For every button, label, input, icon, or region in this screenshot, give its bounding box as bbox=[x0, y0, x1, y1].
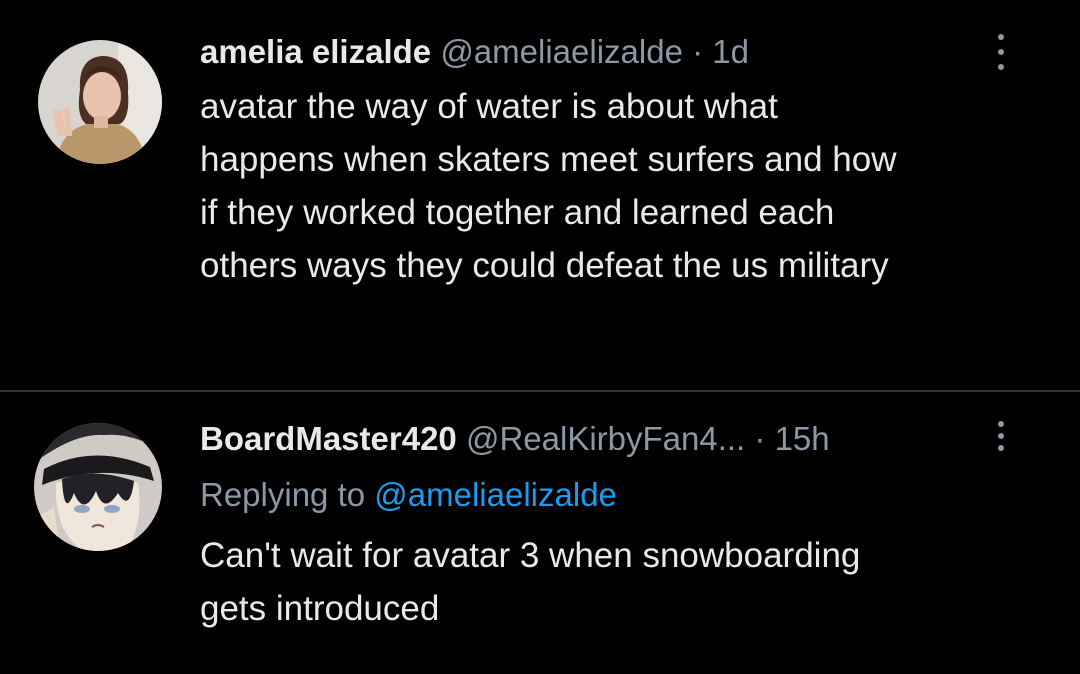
timestamp[interactable]: 15h bbox=[775, 420, 830, 457]
handle[interactable]: @RealKirbyFan4... bbox=[466, 420, 745, 457]
display-name[interactable]: BoardMaster420 bbox=[200, 420, 457, 457]
anime-character-avatar-icon bbox=[34, 423, 162, 551]
timestamp[interactable]: 1d bbox=[712, 33, 749, 70]
avatar[interactable] bbox=[34, 423, 162, 551]
tweet-text-line: gets introduced bbox=[200, 589, 440, 628]
tweet-text-line: others ways they could defeat the us mil… bbox=[200, 246, 889, 285]
profile-photo-icon bbox=[38, 40, 162, 164]
tweet-header: amelia elizalde @ameliaelizalde · 1d bbox=[200, 32, 749, 72]
tweet-text-line: Can't wait for avatar 3 when snowboardin… bbox=[200, 536, 861, 575]
replying-to-label: Replying to bbox=[200, 476, 366, 513]
tweet-header: BoardMaster420 @RealKirbyFan4... · 15h bbox=[200, 419, 830, 459]
handle[interactable]: @ameliaelizalde bbox=[440, 33, 683, 70]
tweet-1[interactable]: amelia elizalde @ameliaelizalde · 1d ava… bbox=[0, 0, 1080, 392]
tweet-text: Can't wait for avatar 3 when snowboardin… bbox=[200, 529, 1060, 635]
tweet-divider bbox=[0, 390, 1080, 392]
more-options-icon[interactable] bbox=[996, 34, 1006, 70]
tweet-text-line: happens when skaters meet surfers and ho… bbox=[200, 140, 897, 179]
separator-dot: · bbox=[692, 33, 704, 70]
separator-dot: · bbox=[754, 420, 766, 457]
tweet-text: avatar the way of water is about what ha… bbox=[200, 80, 1060, 292]
replying-to: Replying to @ameliaelizalde bbox=[200, 475, 617, 515]
tweet-text-line: avatar the way of water is about what bbox=[200, 87, 778, 126]
tweet-2[interactable]: BoardMaster420 @RealKirbyFan4... · 15h R… bbox=[0, 393, 1080, 674]
more-options-icon[interactable] bbox=[996, 421, 1006, 451]
avatar[interactable] bbox=[38, 40, 162, 164]
mention-link[interactable]: @ameliaelizalde bbox=[374, 476, 617, 513]
display-name[interactable]: amelia elizalde bbox=[200, 33, 431, 70]
tweet-text-line: if they worked together and learned each bbox=[200, 193, 835, 232]
